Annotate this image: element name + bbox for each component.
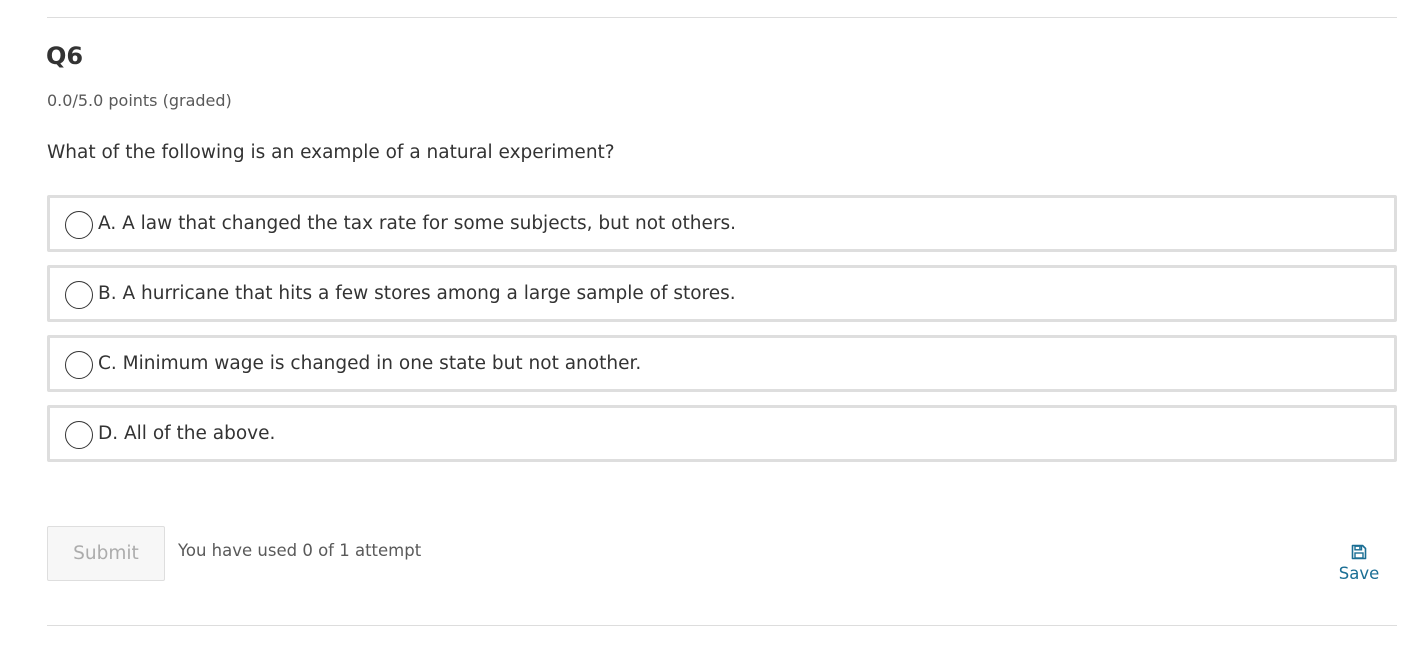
radio-button-c[interactable]: [65, 351, 93, 379]
question-title: Q6: [46, 42, 84, 70]
choice-option-c[interactable]: C. Minimum wage is changed in one state …: [47, 335, 1397, 392]
attempts-status: You have used 0 of 1 attempt: [178, 541, 422, 560]
radio-button-d[interactable]: [65, 421, 93, 449]
choice-label-a: A. A law that changed the tax rate for s…: [98, 213, 736, 234]
choice-label-c: C. Minimum wage is changed in one state …: [98, 353, 642, 374]
radio-button-a[interactable]: [65, 211, 93, 239]
problem-container: Q6 0.0/5.0 points (graded) What of the f…: [0, 0, 1427, 650]
choice-label-b: B. A hurricane that hits a few stores am…: [98, 283, 736, 304]
bottom-divider: [47, 625, 1397, 626]
choice-list: A. A law that changed the tax rate for s…: [47, 195, 1397, 475]
save-button[interactable]: Save: [1333, 540, 1385, 584]
choice-option-d[interactable]: D. All of the above.: [47, 405, 1397, 462]
question-points: 0.0/5.0 points (graded): [47, 91, 232, 110]
choice-option-a[interactable]: A. A law that changed the tax rate for s…: [47, 195, 1397, 252]
choice-label-d: D. All of the above.: [98, 423, 276, 444]
submit-button[interactable]: Submit: [47, 526, 165, 581]
floppy-disk-icon: [1351, 544, 1367, 560]
save-label: Save: [1338, 564, 1380, 583]
question-prompt: What of the following is an example of a…: [47, 142, 615, 163]
choice-option-b[interactable]: B. A hurricane that hits a few stores am…: [47, 265, 1397, 322]
top-divider: [47, 17, 1397, 18]
radio-button-b[interactable]: [65, 281, 93, 309]
